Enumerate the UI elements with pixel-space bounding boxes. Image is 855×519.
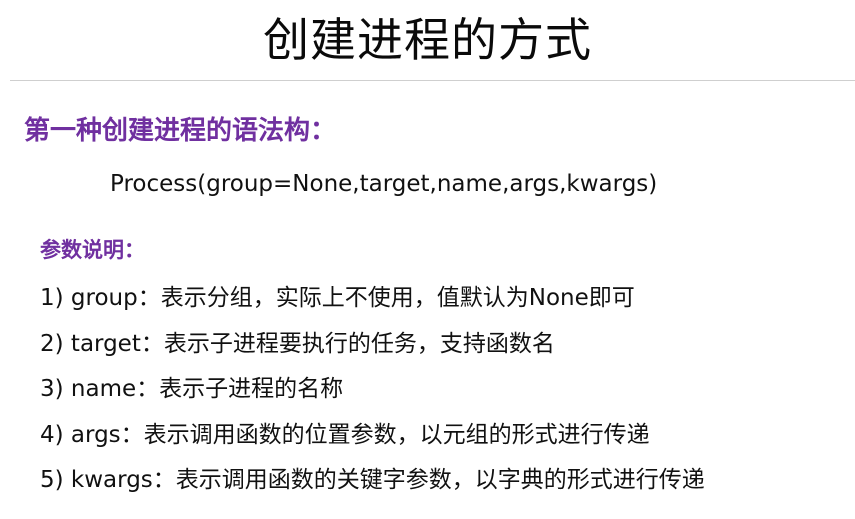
param-list: 1) group：表示分组，实际上不使用，值默认为None即可 2) targe… [40, 280, 705, 508]
param-name: kwargs [70, 467, 153, 493]
param-item-name: 3) name：表示子进程的名称 [40, 371, 705, 417]
param-name: name [70, 376, 137, 402]
section-heading: 第一种创建进程的语法构： [24, 116, 337, 146]
param-item-target: 2) target：表示子进程要执行的任务，支持函数名 [40, 326, 705, 372]
param-number: 4) [40, 421, 64, 448]
param-item-kwargs: 5) kwargs：表示调用函数的关键字参数，以字典的形式进行传递 [40, 462, 705, 508]
param-description: 表示分组，实际上不使用，值默认为None即可 [160, 285, 635, 311]
param-description: 表示调用函数的位置参数，以元组的形式进行传递 [143, 421, 650, 448]
param-description: 表示调用函数的关键字参数，以字典的形式进行传递 [175, 467, 705, 493]
param-name: args [70, 421, 121, 448]
slide-title: 创建进程的方式 [263, 13, 592, 67]
param-separator: ： [152, 467, 176, 493]
param-separator: ： [136, 376, 160, 402]
param-item-group: 1) group：表示分组，实际上不使用，值默认为None即可 [40, 280, 705, 326]
slide: 创建进程的方式 第一种创建进程的语法构： Process(group=None,… [0, 0, 855, 519]
param-number: 3) [40, 376, 64, 402]
param-separator: ： [120, 421, 144, 448]
params-heading: 参数说明： [40, 238, 145, 262]
process-signature: Process(group=None,target,name,args,kwar… [110, 171, 658, 197]
title-divider [10, 80, 855, 81]
param-number: 5) [40, 467, 64, 493]
param-separator: ： [140, 330, 164, 357]
param-number: 2) [40, 330, 64, 357]
param-name: target [70, 330, 141, 357]
param-name: group [70, 285, 138, 311]
param-description: 表示子进程要执行的任务，支持函数名 [163, 330, 555, 357]
param-description: 表示子进程的名称 [159, 376, 344, 402]
param-number: 1) [40, 285, 64, 311]
param-item-args: 4) args：表示调用函数的位置参数，以元组的形式进行传递 [40, 417, 705, 463]
param-separator: ： [137, 285, 161, 311]
